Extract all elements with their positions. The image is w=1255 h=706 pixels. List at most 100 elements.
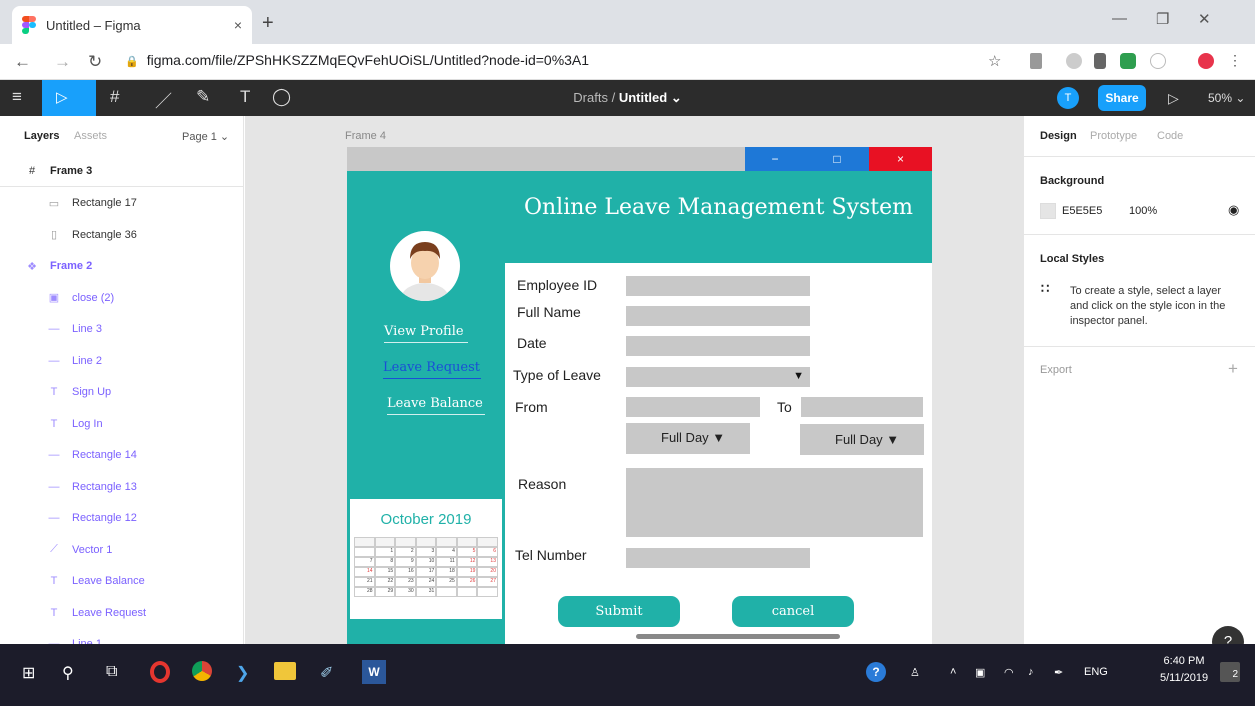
- back-icon[interactable]: ←: [14, 52, 31, 72]
- full-name-input[interactable]: [626, 306, 810, 326]
- layer-item[interactable]: ⟋ Vector 1: [0, 534, 244, 565]
- page-selector[interactable]: Page 1 ⌄: [182, 130, 229, 143]
- tab-layers[interactable]: Layers: [24, 130, 59, 142]
- tab-code[interactable]: Code: [1157, 130, 1183, 142]
- search-icon[interactable]: ⚲: [62, 663, 74, 683]
- tray-app-icon[interactable]: ▣: [975, 666, 985, 679]
- word-icon[interactable]: W: [362, 660, 386, 684]
- canvas-horizontal-scrollbar[interactable]: [636, 634, 840, 639]
- mock-minimize-button[interactable]: −: [745, 147, 805, 171]
- zoom-menu[interactable]: 50% ⌄: [1208, 91, 1245, 105]
- type-of-leave-select[interactable]: ▼: [626, 367, 810, 387]
- pen-tray-icon[interactable]: ✒: [1054, 666, 1063, 679]
- frame-4[interactable]: − □ × View Profile Leave Request Leave B…: [347, 147, 932, 644]
- layer-item[interactable]: ▯ Rectangle 36: [0, 219, 244, 250]
- profile-avatar-icon[interactable]: [1198, 53, 1214, 69]
- extension-v-icon[interactable]: [1150, 53, 1166, 69]
- background-opacity[interactable]: 100%: [1129, 205, 1157, 217]
- background-swatch[interactable]: [1040, 203, 1056, 219]
- layer-label: Sign Up: [72, 386, 112, 398]
- opera-icon[interactable]: [150, 661, 170, 683]
- extension-icon[interactable]: [1066, 53, 1082, 69]
- tab-close-icon[interactable]: ×: [234, 17, 242, 33]
- vscode-icon[interactable]: ❯: [236, 663, 249, 683]
- task-view-icon[interactable]: ⧉: [106, 663, 117, 681]
- export-add-icon[interactable]: +: [1228, 359, 1238, 379]
- paint-icon[interactable]: ✐: [320, 663, 333, 683]
- main-menu-icon[interactable]: ≡: [12, 87, 22, 107]
- forward-icon[interactable]: →: [54, 52, 71, 72]
- nav-leave-request[interactable]: Leave Request: [383, 360, 481, 379]
- tel-number-input[interactable]: [626, 548, 810, 568]
- tab-design[interactable]: Design: [1040, 130, 1077, 142]
- notification-icon[interactable]: 2: [1220, 662, 1240, 682]
- present-icon[interactable]: ▷: [1168, 90, 1179, 107]
- to-date-input[interactable]: [801, 397, 923, 417]
- text-tool-icon[interactable]: T: [240, 87, 250, 107]
- from-date-input[interactable]: [626, 397, 760, 417]
- layer-item[interactable]: T Log In: [0, 408, 244, 439]
- extension-download-icon[interactable]: [1030, 53, 1042, 69]
- layer-item[interactable]: — Rectangle 13: [0, 471, 244, 502]
- to-day-select[interactable]: Full Day ▼: [800, 424, 924, 455]
- move-tool[interactable]: ▷: [42, 80, 96, 116]
- browser-tab[interactable]: Untitled – Figma ×: [12, 6, 252, 44]
- layer-item[interactable]: — Line 3: [0, 314, 244, 345]
- people-icon[interactable]: ♙: [910, 666, 920, 679]
- tab-assets[interactable]: Assets: [74, 130, 107, 142]
- eye-icon[interactable]: ◉: [1228, 202, 1239, 218]
- layer-item[interactable]: — Rectangle 12: [0, 503, 244, 534]
- window-close-icon[interactable]: ✕: [1198, 10, 1211, 28]
- line-tool-icon[interactable]: ／: [155, 87, 172, 112]
- url-field[interactable]: 🔒 figma.com/file/ZPShHKSZZMqEQvFehUOiSL/U…: [125, 52, 589, 68]
- frame-tool-icon[interactable]: #: [110, 87, 119, 107]
- bookmark-star-icon[interactable]: ☆: [988, 52, 1001, 70]
- design-canvas[interactable]: Frame 4 − □ × View Profile Leave Request: [245, 116, 1023, 644]
- share-button[interactable]: Share: [1098, 85, 1146, 111]
- background-hex[interactable]: E5E5E5: [1062, 205, 1102, 217]
- layer-item[interactable]: ▭ Rectangle 17: [0, 188, 244, 219]
- inspector-panel: Design Prototype Code Background E5E5E5 …: [1023, 116, 1255, 658]
- layer-item[interactable]: T Leave Request: [0, 597, 244, 628]
- reload-icon[interactable]: ↻: [88, 52, 102, 72]
- layer-item[interactable]: T Leave Balance: [0, 566, 244, 597]
- layer-item[interactable]: ❖ Frame 2: [0, 251, 244, 282]
- layer-item[interactable]: # Frame 3: [0, 156, 244, 187]
- volume-icon[interactable]: ♪: [1028, 666, 1034, 678]
- employee-id-input[interactable]: [626, 276, 810, 296]
- breadcrumb-file[interactable]: Untitled ⌄: [619, 90, 682, 105]
- chrome-icon[interactable]: [192, 661, 212, 681]
- date-input[interactable]: [626, 336, 810, 356]
- window-minimize-icon[interactable]: —: [1112, 10, 1127, 27]
- new-tab-button[interactable]: +: [262, 12, 274, 35]
- mock-close-button[interactable]: ×: [869, 147, 932, 171]
- extension-green-icon[interactable]: [1120, 53, 1136, 69]
- pen-tool-icon[interactable]: ✎: [196, 87, 210, 107]
- layer-item[interactable]: — Rectangle 14: [0, 440, 244, 471]
- comment-tool-icon[interactable]: ◯: [272, 87, 291, 107]
- user-avatar[interactable]: T: [1057, 87, 1079, 109]
- layer-item[interactable]: T Sign Up: [0, 377, 244, 408]
- wifi-icon[interactable]: ◠: [1004, 666, 1014, 679]
- language-indicator[interactable]: ENG: [1084, 666, 1108, 678]
- cancel-button[interactable]: cancel: [732, 596, 854, 627]
- windows-start-icon[interactable]: ⊞: [22, 663, 35, 683]
- mock-maximize-button[interactable]: □: [805, 147, 869, 171]
- window-restore-icon[interactable]: ❐: [1156, 10, 1169, 28]
- breadcrumb-parent[interactable]: Drafts: [573, 90, 608, 105]
- layer-item[interactable]: — Line 2: [0, 345, 244, 376]
- system-clock[interactable]: 6:40 PM 5/11/2019: [1160, 653, 1208, 687]
- tray-expand-icon[interactable]: ˄: [950, 666, 956, 678]
- tab-prototype[interactable]: Prototype: [1090, 130, 1137, 142]
- reason-textarea[interactable]: [626, 468, 923, 537]
- submit-button[interactable]: Submit: [558, 596, 680, 627]
- extension-shield-icon[interactable]: [1094, 53, 1106, 69]
- from-day-select[interactable]: Full Day ▼: [626, 423, 750, 454]
- layer-item[interactable]: ▣ close (2): [0, 282, 244, 313]
- browser-menu-icon[interactable]: ⋮: [1228, 52, 1242, 69]
- frame-label[interactable]: Frame 4: [345, 130, 386, 142]
- help-tray-icon[interactable]: ?: [866, 662, 886, 682]
- nav-view-profile[interactable]: View Profile: [384, 324, 468, 343]
- nav-leave-balance[interactable]: Leave Balance: [387, 396, 485, 415]
- file-explorer-icon[interactable]: [274, 662, 296, 680]
